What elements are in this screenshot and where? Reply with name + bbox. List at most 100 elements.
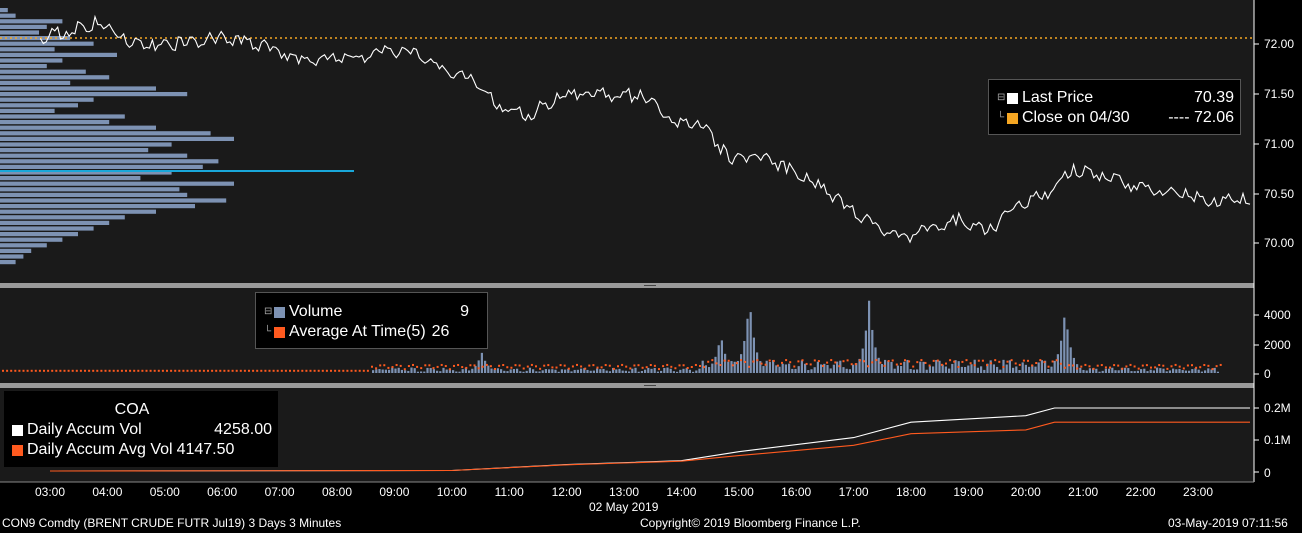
avg-dot	[830, 359, 833, 362]
avg-dot	[34, 369, 37, 372]
volume-bar	[551, 369, 554, 373]
volume-bar	[1172, 368, 1175, 373]
avg-dot	[1207, 364, 1210, 367]
volume-bar	[1124, 367, 1127, 373]
avg-dot	[289, 369, 291, 372]
profile-bar	[0, 187, 180, 192]
volume-bar	[970, 364, 973, 373]
volume-bar	[724, 353, 727, 373]
volume-bar	[893, 368, 896, 373]
tree-branch-icon: └	[264, 326, 272, 337]
xtick-label: 11:00	[494, 485, 524, 499]
xtick-label: 15:00	[723, 485, 754, 499]
price-legend[interactable]: ⊟ Last Price 70.39 └ Close on 04/30 ---- 72.…	[988, 79, 1241, 135]
avg-dot	[2, 369, 4, 372]
avg-dot	[953, 360, 956, 363]
volume-bar	[528, 367, 531, 373]
ytick-label: 0	[1264, 466, 1271, 480]
avg-dot	[895, 363, 898, 366]
avg-dot	[1014, 362, 1017, 365]
legend-value: 4147.50	[176, 441, 235, 458]
avg-dot	[998, 360, 1001, 363]
ytick-label: 71.50	[1264, 87, 1295, 101]
volume-bar	[423, 371, 426, 373]
footer-timestamp: 03-May-2019 07:11:56	[1168, 516, 1288, 530]
volume-bar	[727, 361, 730, 373]
volume-bar	[634, 367, 637, 373]
avg-dot	[608, 364, 611, 367]
avg-dot	[990, 362, 993, 365]
volume-bar	[1181, 370, 1184, 373]
avg-dot	[682, 364, 685, 367]
volume-bar	[996, 366, 999, 373]
avg-dot	[252, 369, 255, 372]
profile-bar	[0, 125, 156, 130]
avg-dot	[543, 364, 546, 367]
volume-bar	[816, 361, 819, 373]
footer-security: CON9 Comdty (BRENT CRUDE FUTR Jul19) 3 D…	[2, 516, 342, 530]
volume-bar	[1082, 369, 1085, 373]
volume-bar	[439, 371, 442, 373]
avg-dot	[879, 361, 882, 364]
volume-bar	[653, 367, 656, 373]
volume-bar	[791, 368, 794, 373]
avg-dot	[1186, 364, 1189, 367]
legend-value: 9	[460, 303, 469, 320]
avg-dot	[104, 369, 107, 372]
volume-bar	[474, 365, 477, 373]
volume-bar	[519, 371, 522, 373]
avg-dot	[63, 369, 66, 372]
volume-bar	[458, 371, 461, 373]
volume-bar	[944, 366, 947, 373]
avg-dot	[871, 361, 874, 364]
avg-dot	[489, 365, 492, 368]
legend-label: Close on 04/30	[1022, 109, 1130, 126]
volume-bar	[429, 368, 432, 373]
volume-bar	[400, 369, 403, 373]
avg-dot	[469, 364, 472, 367]
volume-bar	[541, 370, 544, 373]
volume-bar	[752, 337, 755, 373]
avg-dot	[256, 369, 259, 372]
avg-dot	[453, 364, 455, 367]
avg-dot	[797, 360, 800, 363]
avg-dot	[1166, 367, 1169, 370]
avg-dot	[1096, 364, 1099, 367]
volume-bar	[1028, 366, 1031, 373]
avg-dot	[239, 369, 242, 372]
avg-dot	[354, 369, 357, 372]
volume-bar	[765, 360, 768, 373]
avg-dot	[977, 359, 980, 362]
volume-bar	[708, 367, 711, 373]
legend-label: Last Price	[1022, 89, 1094, 106]
volume-bar	[797, 366, 800, 373]
profile-bar	[0, 69, 86, 74]
profile-bar	[0, 142, 172, 147]
avg-dot	[116, 369, 119, 372]
volume-bar	[679, 369, 682, 373]
avg-dot	[198, 369, 201, 372]
volume-bar	[992, 364, 995, 373]
volume-bar	[1008, 360, 1011, 373]
avg-dot	[899, 362, 902, 365]
volume-bar	[868, 300, 871, 373]
legend-value: ---- 72.06	[1168, 109, 1234, 126]
collapse-icon[interactable]: ⊟	[264, 302, 274, 322]
volume-legend[interactable]: ⊟ Volume 9 └ Average At Time(5) 26	[255, 292, 488, 349]
avg-dot	[457, 363, 460, 366]
avg-dot	[1182, 367, 1185, 370]
volume-bar	[1136, 370, 1139, 373]
avg-dot	[1129, 363, 1132, 366]
volume-bar	[468, 370, 471, 373]
volume-bar	[912, 369, 915, 373]
collapse-icon[interactable]: ⊟	[997, 88, 1007, 108]
avg-dot	[805, 362, 808, 365]
avg-dot	[1133, 365, 1136, 368]
accum-legend[interactable]: COA Daily Accum Vol 4258.00 Daily Accum A…	[4, 391, 278, 467]
volume-bar	[900, 366, 903, 373]
volume-bar	[845, 368, 848, 373]
ytick-label: 2000	[1264, 338, 1291, 352]
avg-dot	[1203, 364, 1206, 367]
volume-bar	[580, 368, 583, 373]
profile-bar	[0, 108, 55, 113]
